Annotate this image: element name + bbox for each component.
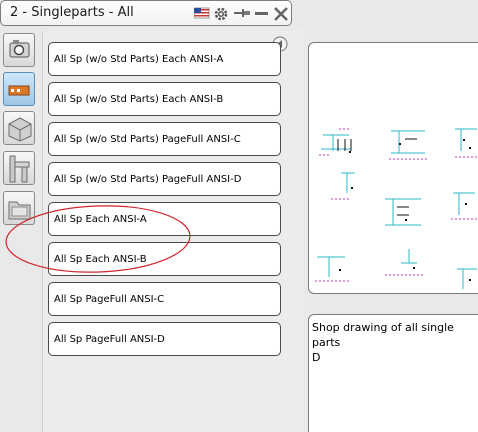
beam-icon <box>9 155 30 183</box>
list-item-sp-wo-std-each-ansi-b[interactable]: All Sp (w/o Std Parts) Each ANSI-B <box>48 82 281 116</box>
list-item-sp-wo-std-pagefull-ansi-d[interactable]: All Sp (w/o Std Parts) PageFull ANSI-D <box>48 162 281 196</box>
list-item-sp-pagefull-ansi-c[interactable]: All Sp PageFull ANSI-C <box>48 282 281 316</box>
toolbar-camera-button[interactable] <box>3 33 35 67</box>
toolbar-assembly-button[interactable] <box>3 111 35 145</box>
window-title-bar: 2 - Singleparts - All <box>0 0 292 26</box>
pin-icon[interactable] <box>233 6 251 20</box>
layout-list-panel: All Sp (w/o Std Parts) Each ANSI-A All S… <box>42 31 293 432</box>
close-icon[interactable] <box>273 6 289 22</box>
list-item-sp-each-ansi-a[interactable]: All Sp Each ANSI-A <box>48 202 281 236</box>
description-line-1: Shop drawing of all single parts <box>312 321 454 349</box>
description-line-2: D <box>312 351 321 364</box>
single-part-icon <box>8 85 30 96</box>
toolbar-beam-button[interactable] <box>3 151 35 185</box>
assembly-icon <box>8 117 32 142</box>
panel-splitter[interactable] <box>292 30 303 432</box>
gear-icon[interactable] <box>213 6 229 22</box>
list-item-sp-wo-std-pagefull-ansi-c[interactable]: All Sp (w/o Std Parts) PageFull ANSI-C <box>48 122 281 156</box>
drawing-preview <box>308 42 478 294</box>
list-item-sp-pagefull-ansi-d[interactable]: All Sp PageFull ANSI-D <box>48 322 281 356</box>
layout-description: Shop drawing of all single parts D <box>308 314 478 432</box>
list-item-sp-wo-std-each-ansi-a[interactable]: All Sp (w/o Std Parts) Each ANSI-A <box>48 42 281 76</box>
shop-drawing-thumbnail <box>315 128 477 289</box>
window-title: 2 - Singleparts - All <box>10 5 134 20</box>
toolbar-single-part-button[interactable] <box>3 72 35 106</box>
minimize-icon[interactable] <box>254 6 270 20</box>
toolbar-folder-button[interactable] <box>3 191 35 225</box>
folder-icon <box>8 201 31 220</box>
camera-icon <box>9 40 30 58</box>
flag-us-icon[interactable] <box>194 6 210 20</box>
left-toolbar <box>0 30 42 432</box>
list-item-sp-each-ansi-b[interactable]: All Sp Each ANSI-B <box>48 242 281 276</box>
